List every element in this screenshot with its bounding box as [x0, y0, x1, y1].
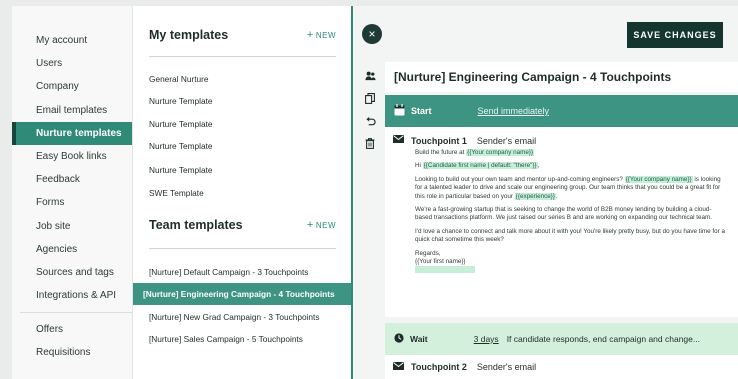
- touchpoint-1-sender: Sender's email: [476, 135, 537, 146]
- nav-item-users[interactable]: Users: [12, 52, 132, 75]
- variable-chip[interactable]: {{Your company name}}: [624, 175, 693, 183]
- plus-icon: +: [306, 219, 314, 231]
- nav-item-job-site[interactable]: Job site: [12, 215, 132, 238]
- nav-item-easy-book-links[interactable]: Easy Book links: [12, 145, 132, 168]
- paragraph-text: .: [555, 192, 558, 200]
- wait-step: Wait 3 days If candidate responds, end c…: [385, 323, 738, 355]
- touchpoint-1-body[interactable]: Build the future at {{Your company name}…: [393, 149, 738, 275]
- my-templates-header: My templates + NEW: [149, 28, 336, 42]
- nav-item-agencies[interactable]: Agencies: [12, 238, 132, 261]
- nav-item-my-account[interactable]: My account: [12, 29, 132, 52]
- undo-icon[interactable]: [363, 116, 377, 130]
- team-template-item[interactable]: [Nurture] Default Campaign - 3 Touchpoin…: [133, 261, 352, 283]
- team-templates-title: Team templates: [149, 218, 243, 232]
- greeting-text: Hi: [415, 162, 423, 170]
- campaign-editor: × SAVE CHANGES [Nurture] Engineering Cam…: [351, 6, 738, 379]
- close-icon[interactable]: ×: [362, 24, 382, 44]
- touchpoint-2-header[interactable]: Touchpoint 2 Sender's email: [385, 355, 738, 379]
- variable-chip[interactable]: {{experience}}: [514, 192, 556, 200]
- nav-item-nurture-templates[interactable]: Nurture templates: [12, 121, 132, 145]
- email-greeting: Hi {{Candidate first name | default: "th…: [415, 162, 726, 170]
- campaign-title: [Nurture] Engineering Campaign - 4 Touch…: [385, 62, 738, 92]
- new-team-template-button[interactable]: + NEW: [307, 219, 336, 231]
- team-template-item-selected[interactable]: [Nurture] Engineering Campaign - 4 Touch…: [133, 283, 352, 305]
- team-templates-header: Team templates + NEW: [149, 218, 336, 232]
- email-paragraph-3: I'd love a chance to connect and talk mo…: [415, 227, 725, 244]
- plus-icon: +: [306, 29, 314, 41]
- email-regards: Regards,: [415, 249, 441, 257]
- copy-icon[interactable]: [363, 93, 377, 107]
- nav-item-requisitions[interactable]: Requisitions: [12, 341, 132, 364]
- touchpoint-1-header: Touchpoint 1 Sender's email: [393, 135, 738, 146]
- greeting-suffix: ,: [537, 162, 540, 170]
- settings-nav: My account Users Company Email templates…: [12, 6, 133, 379]
- touchpoint-2-name: Touchpoint 2: [411, 362, 467, 372]
- templates-panel: My templates + NEW General Nurture Nurtur…: [133, 6, 352, 379]
- start-step: Start Send immediately: [385, 95, 738, 127]
- email-subject: Build the future at {{Your company name}…: [415, 149, 726, 157]
- team-template-item[interactable]: [Nurture] New Grad Campaign - 3 Touchpoi…: [133, 306, 352, 328]
- empty-variable-chip[interactable]: [415, 266, 726, 275]
- paragraph-text: Looking to build out your own team and m…: [415, 175, 625, 183]
- team-template-item[interactable]: [Nurture] Sales Campaign - 5 Touchpoints: [133, 328, 352, 350]
- team-templates-divider: [149, 248, 336, 249]
- nav-item-integrations-api[interactable]: Integrations & API: [12, 284, 132, 307]
- my-templates-title: My templates: [149, 28, 229, 42]
- touchpoint-2-sender: Sender's email: [476, 362, 537, 372]
- nav-item-forms[interactable]: Forms: [12, 191, 132, 214]
- nav-item-sources-and-tags[interactable]: Sources and tags: [12, 261, 132, 284]
- wait-days-link[interactable]: 3 days: [474, 334, 499, 344]
- envelope-icon: [393, 361, 404, 373]
- clock-icon: [394, 332, 404, 346]
- start-label: Start: [411, 106, 432, 116]
- nav-item-email-templates[interactable]: Email templates: [12, 99, 132, 122]
- app: My account Users Company Email templates…: [12, 6, 738, 379]
- my-template-item[interactable]: Nurture Template: [133, 135, 352, 157]
- users-icon[interactable]: [363, 70, 377, 84]
- nav-divider: [20, 312, 132, 314]
- touchpoint-1-card[interactable]: Touchpoint 1 Sender's email Build the fu…: [385, 127, 738, 317]
- new-my-template-button[interactable]: + NEW: [307, 29, 336, 41]
- save-changes-button[interactable]: SAVE CHANGES: [627, 22, 723, 48]
- nav-item-feedback[interactable]: Feedback: [12, 168, 132, 191]
- email-signature: {{Your first name}}: [415, 258, 466, 266]
- envelope-icon: [393, 135, 404, 146]
- new-label: NEW: [315, 31, 336, 40]
- wait-condition: If candidate responds, end campaign and …: [506, 334, 700, 344]
- email-paragraph-2: We're a fast-growing startup that is see…: [415, 206, 713, 222]
- subject-text: Build the future at: [415, 149, 467, 156]
- my-template-item[interactable]: Nurture Template: [133, 90, 352, 112]
- my-template-item[interactable]: SWE Template: [133, 182, 352, 204]
- calendar-icon: [394, 103, 405, 119]
- variable-chip[interactable]: {{Your company name}}: [466, 149, 535, 156]
- send-immediately-link[interactable]: Send immediately: [478, 106, 550, 116]
- email-paragraph-1: Looking to build out your own team and m…: [415, 175, 726, 201]
- my-templates-divider: [149, 56, 336, 57]
- nav-item-offers[interactable]: Offers: [12, 318, 132, 341]
- my-template-item[interactable]: General Nurture: [133, 68, 352, 90]
- wait-label: Wait: [410, 334, 428, 344]
- nav-item-company[interactable]: Company: [12, 75, 132, 98]
- my-template-item[interactable]: Nurture Template: [133, 159, 352, 181]
- trash-icon[interactable]: [363, 138, 377, 152]
- new-label: NEW: [315, 221, 336, 230]
- variable-chip[interactable]: {{Candidate first name | default: "there…: [422, 162, 538, 170]
- my-template-item[interactable]: Nurture Template: [133, 113, 352, 135]
- touchpoint-1-name: Touchpoint 1: [411, 135, 467, 146]
